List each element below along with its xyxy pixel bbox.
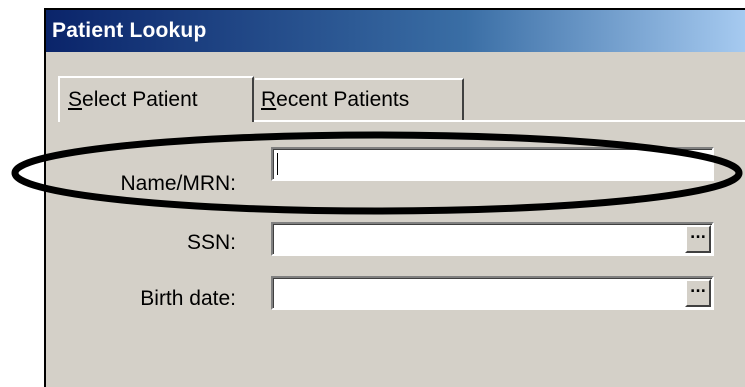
tab-recent-patients-mnemonic: R xyxy=(261,88,277,111)
title-bar[interactable]: Patient Lookup xyxy=(46,10,745,52)
name-mrn-field[interactable] xyxy=(271,147,714,181)
tab-select-patient[interactable]: Select Patient xyxy=(58,76,254,122)
patient-lookup-window: Patient Lookup Select Patient Recent Pat… xyxy=(44,8,745,387)
birth-date-browse-button[interactable]: ... xyxy=(685,279,711,307)
birth-date-label: Birth date: xyxy=(140,287,236,310)
ssn-field[interactable]: ... xyxy=(271,222,714,256)
screenshot-stage: Patient Lookup Select Patient Recent Pat… xyxy=(0,0,745,387)
ssn-browse-button[interactable]: ... xyxy=(685,225,711,253)
name-mrn-input[interactable] xyxy=(276,151,676,177)
ssn-label: SSN: xyxy=(186,231,236,254)
window-title: Patient Lookup xyxy=(52,19,207,42)
tab-select-patient-mnemonic: S xyxy=(68,88,83,111)
name-mrn-label: Name/MRN: xyxy=(120,172,236,195)
ssn-input[interactable] xyxy=(276,226,676,252)
birth-date-input[interactable] xyxy=(276,280,676,306)
tab-select-patient-label: elect Patient xyxy=(82,88,198,111)
tab-recent-patients-label: ecent Patients xyxy=(276,88,410,111)
birth-date-field[interactable]: ... xyxy=(271,276,714,310)
tab-recent-patients[interactable]: Recent Patients xyxy=(255,78,464,120)
